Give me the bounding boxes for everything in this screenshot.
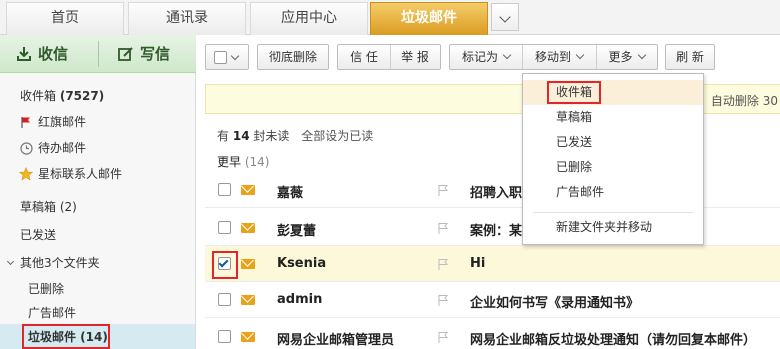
table-row[interactable]: admin 企业如何书写《录用通知书》 — [205, 282, 780, 318]
sidebar-item-drafts[interactable]: 草稿箱 (2) — [0, 194, 195, 220]
compose-label: 写信 — [140, 45, 171, 63]
flag-icon[interactable] — [437, 222, 449, 234]
sidebar: 收信 写信 收件箱 (7527) 红旗邮件 待办邮件 星标联系人邮件 草稿箱 (… — [0, 35, 196, 349]
notice-text: 自动删除 30 — [710, 94, 778, 108]
chevron-down-icon — [575, 50, 585, 60]
sidebar-item-inbox[interactable]: 收件箱 (7527) — [0, 83, 195, 109]
chevron-down-icon — [230, 51, 240, 61]
flag-icon[interactable] — [437, 331, 449, 343]
sidebar-item-starred[interactable]: 星标联系人邮件 — [0, 161, 195, 187]
receive-label: 收信 — [38, 45, 69, 63]
envelope-icon — [241, 332, 255, 342]
mail-sender: 彭夏蕾 — [277, 224, 317, 239]
table-row[interactable]: Ksenia Hi — [205, 246, 780, 282]
delete-permanently-button[interactable]: 彻底删除 — [257, 44, 329, 70]
mark-as-button[interactable]: 标记为 — [450, 45, 522, 69]
compose-row: 收信 写信 — [0, 35, 196, 73]
report-button[interactable]: 举 报 — [390, 45, 440, 69]
flag-icon[interactable] — [437, 184, 449, 196]
menu-item-drafts[interactable]: 草稿箱 — [523, 105, 703, 130]
chevron-down-icon — [6, 257, 15, 266]
tabs-more-button[interactable] — [491, 3, 519, 31]
refresh-button[interactable]: 刷 新 — [665, 44, 715, 70]
mail-sender: admin — [277, 292, 323, 307]
group-header: 更早 (14) — [217, 155, 270, 169]
mark-move-more-group: 标记为 移动到 更多 — [449, 44, 658, 70]
trust-report-group: 信 任 举 报 — [337, 44, 441, 70]
row-checkbox[interactable] — [218, 330, 231, 343]
envelope-icon — [241, 259, 255, 269]
envelope-icon — [241, 223, 255, 233]
row-checkbox[interactable] — [218, 183, 231, 196]
unread-summary: 有 14 封未读 全部设为已读 — [217, 129, 374, 143]
mail-subject: 企业如何书写《录用通知书》 — [470, 296, 640, 311]
envelope-icon — [241, 295, 255, 305]
select-all-checkbox[interactable] — [214, 51, 227, 64]
menu-item-new-folder[interactable]: 新建文件夹并移动 — [523, 215, 703, 240]
receive-icon — [17, 47, 31, 61]
tab-spam[interactable]: 垃圾邮件 — [370, 2, 488, 36]
highlight-box — [22, 324, 110, 349]
sidebar-item-other-folders[interactable]: 其他3个文件夹 — [0, 250, 195, 276]
move-to-button[interactable]: 移动到 — [522, 45, 596, 69]
chevron-down-icon — [502, 50, 512, 60]
sidebar-item-label: 广告邮件 — [28, 306, 77, 320]
row-checkbox[interactable] — [218, 293, 231, 306]
menu-item-sent[interactable]: 已发送 — [523, 130, 703, 155]
mark-all-read-link[interactable]: 全部设为已读 — [301, 129, 373, 143]
move-to-menu: 收件箱 草稿箱 已发送 已删除 广告邮件 新建文件夹并移动 — [522, 73, 704, 245]
sidebar-item-ads[interactable]: 广告邮件 — [0, 300, 195, 326]
chevron-down-icon — [637, 50, 646, 60]
clock-icon — [20, 142, 33, 155]
mail-sender: 网易企业邮箱管理员 — [277, 333, 395, 348]
row-checkbox[interactable] — [218, 221, 231, 234]
sidebar-item-deleted[interactable]: 已删除 — [0, 276, 195, 302]
select-all-dropdown[interactable] — [205, 44, 249, 70]
menu-item-ads[interactable]: 广告邮件 — [523, 180, 703, 205]
red-flag-icon — [21, 117, 30, 128]
trust-button[interactable]: 信 任 — [338, 45, 390, 69]
mail-sender: Ksenia — [277, 256, 327, 271]
top-tab-bar: 首页 通讯录 应用中心 垃圾邮件 — [0, 0, 780, 36]
highlight-box — [212, 251, 238, 279]
sidebar-item-label: 已删除 — [28, 282, 65, 296]
tab-app-center[interactable]: 应用中心 — [250, 2, 368, 35]
sidebar-item-todo[interactable]: 待办邮件 — [0, 135, 195, 161]
mail-sender: 嘉薇 — [277, 186, 304, 201]
menu-item-deleted[interactable]: 已删除 — [523, 155, 703, 180]
tab-home[interactable]: 首页 — [6, 2, 124, 35]
flag-icon[interactable] — [437, 294, 449, 306]
sidebar-item-label: 草稿箱 (2) — [20, 200, 77, 214]
mail-subject: Hi — [470, 256, 486, 271]
sidebar-item-label: 待办邮件 — [38, 141, 87, 155]
star-icon — [19, 167, 33, 181]
tab-contacts[interactable]: 通讯录 — [128, 2, 246, 35]
sidebar-item-sent[interactable]: 已发送 — [0, 222, 195, 248]
chevron-down-icon — [499, 11, 511, 23]
mail-subject: 招聘入职 — [470, 186, 523, 201]
sidebar-item-label: 已发送 — [20, 228, 57, 242]
flag-icon[interactable] — [437, 258, 449, 270]
compose-icon — [118, 47, 133, 61]
sidebar-item-label: 其他3个文件夹 — [20, 256, 100, 270]
menu-divider — [533, 212, 693, 213]
sidebar-item-flagged[interactable]: 红旗邮件 — [0, 109, 195, 135]
sidebar-item-label: 星标联系人邮件 — [38, 167, 123, 181]
sidebar-item-label: 收件箱 (7527) — [20, 89, 105, 103]
highlight-box — [547, 81, 601, 104]
mail-subject: 网易企业邮箱反垃圾处理通知（请勿回复本邮件） — [470, 333, 757, 348]
more-button[interactable]: 更多 — [596, 45, 657, 69]
sidebar-item-label: 红旗邮件 — [38, 115, 87, 129]
compose-divider — [98, 41, 99, 67]
table-row[interactable]: 网易企业邮箱管理员 网易企业邮箱反垃圾处理通知（请勿回复本邮件） — [205, 319, 780, 349]
mail-subject: 案例：某 — [470, 224, 523, 239]
envelope-icon — [241, 185, 255, 195]
